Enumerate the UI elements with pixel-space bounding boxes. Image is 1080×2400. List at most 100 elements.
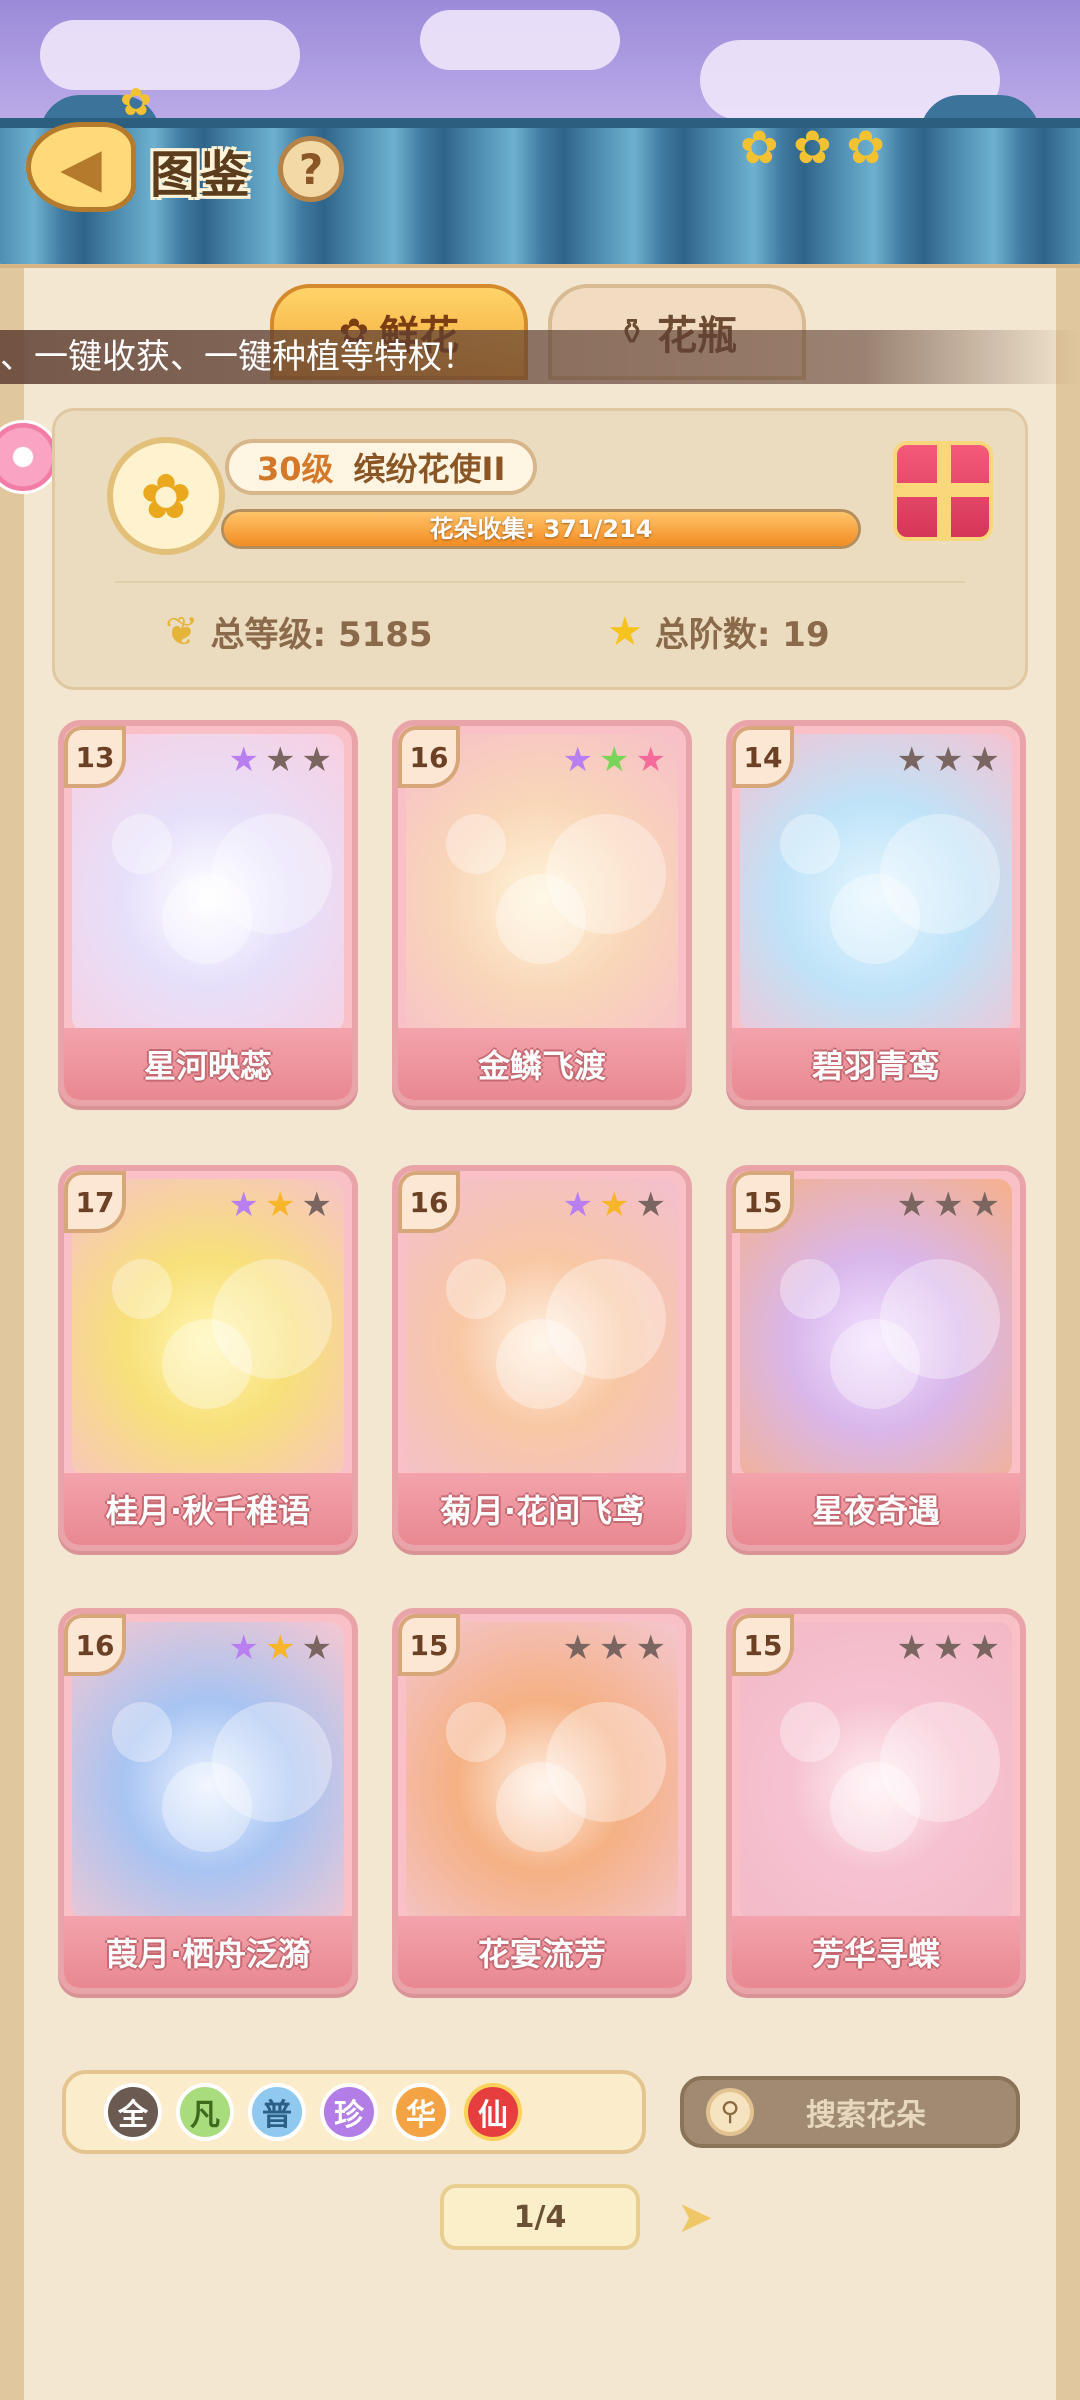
artwork-decoration bbox=[780, 1702, 840, 1762]
card-level-badge: 16 bbox=[64, 1614, 126, 1676]
star-icon: ★ bbox=[933, 740, 964, 780]
marquee-text: 、一键收获、一键种植等特权！ bbox=[0, 337, 476, 377]
star-icon: ★ bbox=[228, 1628, 260, 1668]
gift-icon[interactable] bbox=[893, 441, 993, 541]
star-icon: ★ bbox=[228, 740, 260, 780]
star-icon: ★ bbox=[599, 1628, 630, 1668]
card-stars: ★ ★ ★ bbox=[229, 1185, 332, 1225]
collection-summary: ✿ 30级 缤纷花使II 花朵收集: 371/214 ❦ 总等级: 5185 ★… bbox=[52, 408, 1028, 690]
artwork-decoration bbox=[780, 814, 840, 874]
total-stage-stat: ★ 总阶数: 19 bbox=[607, 607, 830, 656]
collection-progress-bar: 花朵收集: 371/214 bbox=[221, 509, 861, 549]
filter-all[interactable]: 全 bbox=[104, 2083, 162, 2141]
card-name: 星河映蕊 bbox=[64, 1028, 352, 1100]
star-icon: ★ bbox=[301, 1628, 332, 1668]
card-name: 桂月·秋千稚语 bbox=[64, 1473, 352, 1545]
flower-card[interactable]: 16 ★ ★ ★ 菊月·花间飞鸢 bbox=[392, 1165, 692, 1551]
osmanthus-flower-icon: ✿ bbox=[120, 80, 152, 124]
level-pill: 30级 缤纷花使II bbox=[225, 439, 538, 495]
announcement-marquee: 、一键收获、一键种植等特权！ bbox=[0, 330, 1080, 384]
artwork-decoration bbox=[212, 814, 332, 934]
star-icon: ★ bbox=[635, 1185, 666, 1225]
star-icon: ★ bbox=[635, 1628, 666, 1668]
artwork-decoration bbox=[112, 1702, 172, 1762]
star-icon: ★ bbox=[969, 1185, 1000, 1225]
flower-card[interactable]: 14 ★ ★ ★ 碧羽青鸾 bbox=[726, 720, 1026, 1106]
card-level-badge: 15 bbox=[398, 1614, 460, 1676]
artwork-decoration bbox=[446, 814, 506, 874]
question-icon: ? bbox=[298, 144, 324, 194]
total-stage-text: 总阶数: 19 bbox=[654, 615, 830, 655]
star-icon: ★ bbox=[607, 608, 643, 655]
star-icon: ★ bbox=[562, 1628, 594, 1668]
card-name: 芳华寻蝶 bbox=[732, 1916, 1020, 1988]
flower-card[interactable]: 17 ★ ★ ★ 桂月·秋千稚语 bbox=[58, 1165, 358, 1551]
card-stars: ★ ★ ★ bbox=[897, 740, 1000, 780]
flower-card[interactable]: 13 ★ ★ ★ 星河映蕊 bbox=[58, 720, 358, 1106]
card-stars: ★ ★ ★ bbox=[897, 1185, 1000, 1225]
collector-badge-icon: ✿ bbox=[107, 437, 225, 555]
page-indicator: 1/4 bbox=[440, 2184, 640, 2250]
star-icon: ★ bbox=[301, 740, 332, 780]
star-icon: ★ bbox=[599, 740, 630, 780]
star-icon: ★ bbox=[265, 1185, 296, 1225]
artwork-decoration bbox=[880, 1259, 1000, 1379]
star-icon: ★ bbox=[896, 740, 928, 780]
flower-card[interactable]: 16 ★ ★ ★ 葭月·栖舟泛漪 bbox=[58, 1608, 358, 1994]
artwork-decoration bbox=[880, 814, 1000, 934]
total-level-text: 总等级: 5185 bbox=[210, 615, 433, 655]
star-icon: ★ bbox=[969, 1628, 1000, 1668]
osmanthus-branch-icon: ✿ ✿ ✿ bbox=[740, 120, 885, 174]
page-title: 图鉴 bbox=[150, 146, 250, 204]
card-level-badge: 16 bbox=[398, 726, 460, 788]
flower-card[interactable]: 15 ★ ★ ★ 花宴流芳 bbox=[392, 1608, 692, 1994]
card-name: 葭月·栖舟泛漪 bbox=[64, 1916, 352, 1988]
star-icon: ★ bbox=[562, 1185, 594, 1225]
card-name: 花宴流芳 bbox=[398, 1916, 686, 1988]
card-level-badge: 13 bbox=[64, 726, 126, 788]
flower-card[interactable]: 15 ★ ★ ★ 星夜奇遇 bbox=[726, 1165, 1026, 1551]
star-icon: ★ bbox=[562, 740, 594, 780]
artwork-decoration bbox=[546, 1259, 666, 1379]
back-arrow-icon: ◀ bbox=[60, 135, 102, 199]
artwork-decoration bbox=[446, 1702, 506, 1762]
total-level-stat: ❦ 总等级: 5185 bbox=[165, 607, 433, 656]
star-icon: ★ bbox=[265, 1628, 296, 1668]
next-page-button[interactable]: ➤ bbox=[652, 2186, 738, 2248]
card-name: 星夜奇遇 bbox=[732, 1473, 1020, 1545]
card-level-badge: 16 bbox=[398, 1171, 460, 1233]
filter-fine[interactable]: 华 bbox=[392, 2083, 450, 2141]
cloud bbox=[40, 20, 300, 90]
star-icon: ★ bbox=[969, 740, 1000, 780]
arrow-right-icon: ➤ bbox=[676, 2191, 714, 2243]
card-stars: ★ ★ ★ bbox=[563, 1185, 666, 1225]
artwork-decoration bbox=[780, 1259, 840, 1319]
card-level-badge: 15 bbox=[732, 1171, 794, 1233]
star-icon: ★ bbox=[933, 1185, 964, 1225]
star-icon: ★ bbox=[896, 1628, 928, 1668]
help-button[interactable]: ? bbox=[278, 136, 344, 202]
cloud bbox=[420, 10, 620, 70]
star-icon: ★ bbox=[228, 1185, 260, 1225]
artwork-decoration bbox=[212, 1259, 332, 1379]
filter-common[interactable]: 凡 bbox=[176, 2083, 234, 2141]
search-placeholder: 搜索花朵 bbox=[806, 2098, 926, 2133]
filter-rare[interactable]: 珍 bbox=[320, 2083, 378, 2141]
filter-normal[interactable]: 普 bbox=[248, 2083, 306, 2141]
star-icon: ★ bbox=[896, 1185, 928, 1225]
sprout-icon: ❦ bbox=[165, 608, 199, 655]
star-icon: ★ bbox=[265, 740, 296, 780]
search-icon: ⚲ bbox=[706, 2088, 754, 2136]
artwork-decoration bbox=[446, 1259, 506, 1319]
flower-card[interactable]: 15 ★ ★ ★ 芳华寻蝶 bbox=[726, 1608, 1026, 1994]
flower-card[interactable]: 16 ★ ★ ★ 金鳞飞渡 bbox=[392, 720, 692, 1106]
artwork-decoration bbox=[880, 1702, 1000, 1822]
filter-immortal[interactable]: 仙 bbox=[464, 2083, 522, 2141]
level-label: 30级 bbox=[257, 450, 334, 488]
divider bbox=[115, 581, 965, 583]
progress-text: 花朵收集: 371/214 bbox=[429, 515, 653, 543]
search-input[interactable]: ⚲ 搜索花朵 bbox=[680, 2076, 1020, 2148]
card-name: 菊月·花间飞鸢 bbox=[398, 1473, 686, 1545]
back-button[interactable]: ◀ bbox=[26, 122, 136, 212]
star-icon: ★ bbox=[599, 1185, 630, 1225]
